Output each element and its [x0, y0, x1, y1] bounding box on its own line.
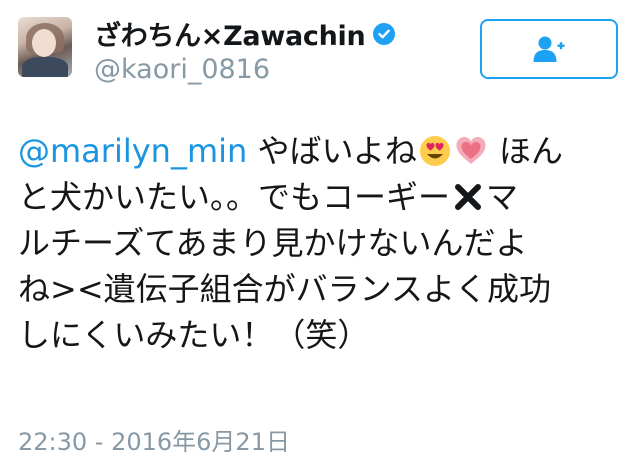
user-avatar[interactable] [18, 17, 72, 77]
name-row: ざわちん×Zawachin [94, 14, 396, 53]
tweet-text-segment: と犬かいたい。。でもコーギー [18, 178, 451, 216]
multiply-x-emoji-icon [455, 184, 482, 210]
tweet-line-1: @marilyn_min やばいよね ほん [18, 128, 618, 174]
tweet-line-2: と犬かいたい。。でもコーギーマ [18, 174, 618, 220]
pink-heart-emoji-icon [456, 137, 486, 164]
tweet-header: ざわちん×Zawachin @kaori_0816 [0, 0, 640, 100]
display-name[interactable]: ざわちん×Zawachin [94, 14, 366, 53]
mention-link[interactable]: @marilyn_min [18, 132, 247, 170]
tweet-timestamp[interactable]: 22:30 - 2016年6月21日 [18, 422, 290, 457]
tweet-line-3: ルチーズてあまり見かけないんだよ [18, 224, 528, 262]
verified-badge-icon [373, 22, 396, 45]
tweet-line-5: しにくいみたい！（笑） [18, 316, 370, 354]
heart-eyes-emoji-icon [419, 136, 450, 166]
user-handle[interactable]: @kaori_0816 [94, 54, 270, 85]
avatar-coat-shape [22, 57, 68, 77]
follow-button[interactable] [480, 19, 618, 79]
follow-add-user-icon [533, 36, 565, 62]
avatar-face-shape [32, 29, 56, 57]
tweet-text-segment: マ [486, 178, 519, 216]
tweet-text-segment: やばいよね [247, 132, 417, 170]
tweet-line-4: ね><遺伝子組合がバランスよく成功 [18, 270, 551, 308]
tweet-text: @marilyn_min やばいよね ほん と犬かいたい。。でもコーギーマ ルチ… [18, 128, 618, 358]
tweet-text-segment: ほん [488, 132, 564, 170]
